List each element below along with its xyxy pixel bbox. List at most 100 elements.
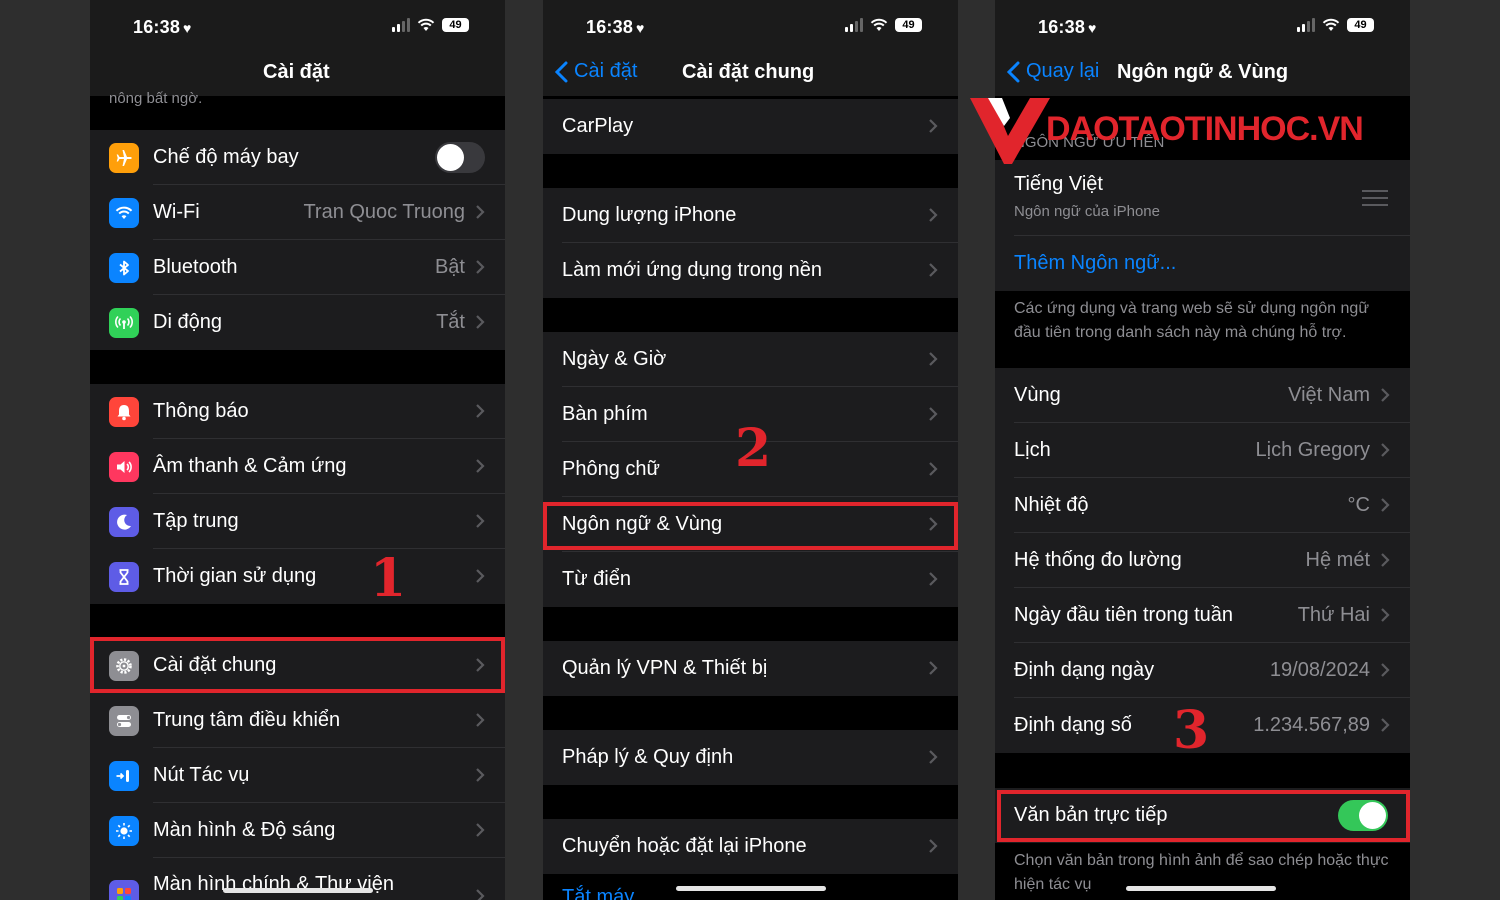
measurement-row-label: Hệ thống đo lường bbox=[1014, 549, 1182, 571]
language-footnote: Các ứng dụng và trang web sẽ sử dụng ngô… bbox=[1014, 300, 1370, 341]
general-row-transfer-reset[interactable]: Chuyển hoặc đặt lại iPhone bbox=[543, 819, 958, 874]
date-format-row-label: Định dạng ngày bbox=[1014, 659, 1155, 681]
status-time: 16:38 bbox=[133, 17, 181, 37]
back-button[interactable]: Quay lại bbox=[1007, 60, 1099, 83]
back-button[interactable]: Cài đặt bbox=[555, 60, 637, 83]
temperature-row-value: °C bbox=[1347, 494, 1370, 516]
settings-row-cellular[interactable]: Di động Tắt bbox=[90, 295, 505, 350]
region-row-value: Việt Nam bbox=[1288, 384, 1370, 406]
wifi-status-icon bbox=[1322, 18, 1340, 31]
general-row-storage[interactable]: Dung lượng iPhone bbox=[543, 188, 958, 243]
home-indicator bbox=[223, 888, 373, 893]
date-format-row[interactable]: Định dạng ngày 19/08/2024 bbox=[995, 643, 1410, 698]
calendar-row[interactable]: Lịch Lịch Gregory bbox=[995, 423, 1410, 478]
page-title: Cài đặt bbox=[263, 61, 330, 83]
add-language-row[interactable]: Thêm Ngôn ngữ... bbox=[995, 236, 1410, 291]
region-row[interactable]: Vùng Việt Nam bbox=[995, 368, 1410, 423]
highlight-box-language-region bbox=[543, 502, 958, 550]
chevron-right-icon bbox=[929, 263, 938, 277]
moon-icon bbox=[109, 507, 139, 537]
drag-handle-icon[interactable] bbox=[1362, 190, 1388, 206]
settings-row-home-screen[interactable]: Màn hình chính & Thư viện bbox=[90, 858, 505, 900]
general-row-label: Bàn phím bbox=[562, 403, 648, 425]
measurement-row[interactable]: Hệ thống đo lường Hệ mét bbox=[995, 533, 1410, 588]
speaker-icon bbox=[109, 452, 139, 482]
number-format-row-label: Định dạng số bbox=[1014, 714, 1132, 736]
nav-bar: Quay lại Ngôn ngữ & Vùng bbox=[995, 56, 1410, 96]
chevron-right-icon bbox=[476, 768, 485, 782]
highlight-box-live-text bbox=[997, 790, 1410, 842]
language-subtitle: Ngôn ngữ của iPhone bbox=[1014, 203, 1160, 220]
measurement-row-value: Hệ mét bbox=[1305, 549, 1370, 571]
airplane-toggle[interactable] bbox=[435, 142, 485, 173]
wifi-status-icon bbox=[417, 18, 435, 31]
settings-row-action-button[interactable]: Nút Tác vụ bbox=[90, 748, 505, 803]
settings-row-focus[interactable]: Tập trung bbox=[90, 494, 505, 549]
sun-icon bbox=[109, 816, 139, 846]
chevron-right-icon bbox=[476, 514, 485, 528]
settings-row-label: Di động bbox=[153, 311, 222, 333]
settings-row-label: Thông báo bbox=[153, 400, 249, 422]
general-row-legal[interactable]: Pháp lý & Quy định bbox=[543, 730, 958, 785]
status-bar: 16:38 ♥ 49 bbox=[90, 0, 505, 56]
bell-icon bbox=[109, 397, 139, 427]
action-button-icon bbox=[109, 761, 139, 791]
home-indicator bbox=[1126, 886, 1276, 891]
chevron-right-icon bbox=[1381, 388, 1390, 402]
heart-icon: ♥ bbox=[1088, 20, 1097, 36]
airplane-icon bbox=[109, 143, 139, 173]
settings-row-label: Chế độ máy bay bbox=[153, 146, 299, 168]
chevron-right-icon bbox=[1381, 553, 1390, 567]
chevron-right-icon bbox=[929, 572, 938, 586]
settings-row-bluetooth[interactable]: Bluetooth Bật bbox=[90, 240, 505, 295]
battery-icon: 49 bbox=[1347, 18, 1374, 32]
general-row-dictionary[interactable]: Từ điển bbox=[543, 552, 958, 607]
highlight-box-general bbox=[90, 637, 505, 693]
general-row-date-time[interactable]: Ngày & Giờ bbox=[543, 332, 958, 387]
logo-mark-icon bbox=[970, 98, 1050, 164]
settings-row-label: Âm thanh & Cảm ứng bbox=[153, 455, 347, 477]
settings-row-notifications[interactable]: Thông báo bbox=[90, 384, 505, 439]
chevron-right-icon bbox=[476, 889, 485, 900]
chevron-right-icon bbox=[476, 404, 485, 418]
truncated-text: nông bất ngờ. bbox=[109, 90, 203, 107]
language-row[interactable]: Tiếng Việt Ngôn ngữ của iPhone bbox=[995, 160, 1410, 236]
hourglass-icon bbox=[109, 562, 139, 592]
first-day-row-label: Ngày đầu tiên trong tuần bbox=[1014, 604, 1234, 626]
page-title: Cài đặt chung bbox=[682, 61, 815, 83]
chevron-right-icon bbox=[929, 407, 938, 421]
first-day-row[interactable]: Ngày đầu tiên trong tuần Thứ Hai bbox=[995, 588, 1410, 643]
general-row-label: CarPlay bbox=[562, 115, 634, 137]
add-language-button[interactable]: Thêm Ngôn ngữ... bbox=[1014, 252, 1176, 275]
back-button-label: Cài đặt bbox=[574, 60, 638, 82]
settings-row-wifi[interactable]: Wi-Fi Tran Quoc Truong bbox=[90, 185, 505, 240]
chevron-right-icon bbox=[476, 260, 485, 274]
settings-row-label: Màn hình & Độ sáng bbox=[153, 819, 336, 841]
settings-row-label: Trung tâm điều khiển bbox=[153, 709, 341, 731]
temperature-row[interactable]: Nhiệt độ °C bbox=[995, 478, 1410, 533]
chevron-right-icon bbox=[476, 459, 485, 473]
settings-row-value: Tran Quoc Truong bbox=[303, 201, 465, 223]
status-bar: 16:38 ♥ 49 bbox=[543, 0, 958, 56]
wifi-status-icon bbox=[870, 18, 888, 31]
shutdown-link[interactable]: Tắt máy bbox=[562, 886, 634, 900]
chevron-right-icon bbox=[1381, 443, 1390, 457]
chevron-right-icon bbox=[1381, 663, 1390, 677]
nav-bar: Cài đặt Cài đặt chung bbox=[543, 56, 958, 96]
general-row-carplay[interactable]: CarPlay bbox=[543, 99, 958, 154]
settings-row-sounds[interactable]: Âm thanh & Cảm ứng bbox=[90, 439, 505, 494]
settings-row-display[interactable]: Màn hình & Độ sáng bbox=[90, 803, 505, 858]
settings-row-screen-time[interactable]: Thời gian sử dụng bbox=[90, 549, 505, 604]
general-row-vpn[interactable]: Quản lý VPN & Thiết bị bbox=[543, 641, 958, 696]
bluetooth-icon bbox=[109, 253, 139, 283]
chevron-right-icon bbox=[476, 205, 485, 219]
settings-row-control-center[interactable]: Trung tâm điều khiển bbox=[90, 693, 505, 748]
chevron-right-icon bbox=[1381, 608, 1390, 622]
chevron-right-icon bbox=[929, 208, 938, 222]
settings-row-airplane[interactable]: Chế độ máy bay bbox=[90, 130, 505, 185]
heart-icon: ♥ bbox=[183, 20, 192, 36]
settings-row-label: Wi-Fi bbox=[153, 201, 200, 223]
general-row-background-refresh[interactable]: Làm mới ứng dụng trong nền bbox=[543, 243, 958, 298]
settings-row-value: Bật bbox=[434, 256, 465, 278]
switches-icon bbox=[109, 706, 139, 736]
